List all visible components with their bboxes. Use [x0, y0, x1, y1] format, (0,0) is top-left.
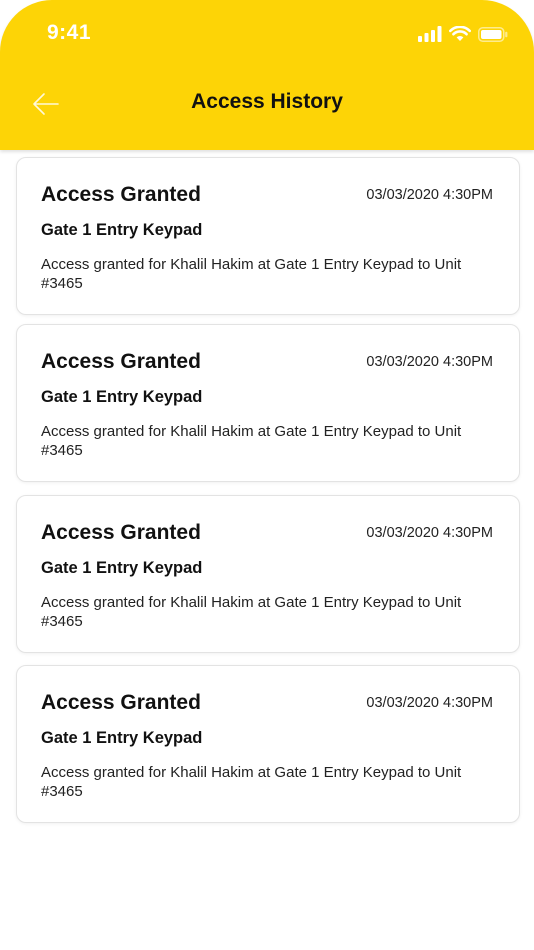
- entry-device: Gate 1 Entry Keypad: [41, 729, 203, 747]
- access-entry-card[interactable]: Access Granted 03/03/2020 4:30PM Gate 1 …: [16, 495, 520, 653]
- entry-description: Access granted for Khalil Hakim at Gate …: [41, 764, 462, 800]
- entry-title: Access Granted: [41, 350, 201, 373]
- access-entry-card[interactable]: Access Granted 03/03/2020 4:30PM Gate 1 …: [16, 665, 520, 823]
- entry-title: Access Granted: [41, 183, 201, 206]
- entry-description: Access granted for Khalil Hakim at Gate …: [41, 256, 462, 292]
- cellular-signal-icon: [418, 26, 442, 42]
- access-entry-card[interactable]: Access Granted 03/03/2020 4:30PM Gate 1 …: [16, 324, 520, 482]
- page-title: Access History: [191, 90, 343, 113]
- status-bar: 9:41: [0, 0, 534, 66]
- entry-timestamp: 03/03/2020 4:30PM: [366, 695, 493, 711]
- entry-timestamp: 03/03/2020 4:30PM: [366, 525, 493, 541]
- status-icons: [418, 24, 508, 44]
- nav-bar: Access History: [0, 72, 534, 136]
- entry-timestamp: 03/03/2020 4:30PM: [366, 187, 493, 203]
- entry-title: Access Granted: [41, 521, 201, 544]
- entry-timestamp: 03/03/2020 4:30PM: [366, 354, 493, 370]
- entry-device: Gate 1 Entry Keypad: [41, 388, 203, 406]
- status-time: 9:41: [47, 21, 92, 44]
- entry-device: Gate 1 Entry Keypad: [41, 221, 203, 239]
- app-header: 9:41 Access History: [0, 0, 534, 150]
- access-entry-card[interactable]: Access Granted 03/03/2020 4:30PM Gate 1 …: [16, 157, 520, 315]
- entry-title: Access Granted: [41, 691, 201, 714]
- entry-description: Access granted for Khalil Hakim at Gate …: [41, 594, 462, 630]
- entry-device: Gate 1 Entry Keypad: [41, 559, 203, 577]
- entry-description: Access granted for Khalil Hakim at Gate …: [41, 423, 462, 459]
- wifi-icon: [449, 26, 471, 41]
- battery-icon: [478, 26, 508, 42]
